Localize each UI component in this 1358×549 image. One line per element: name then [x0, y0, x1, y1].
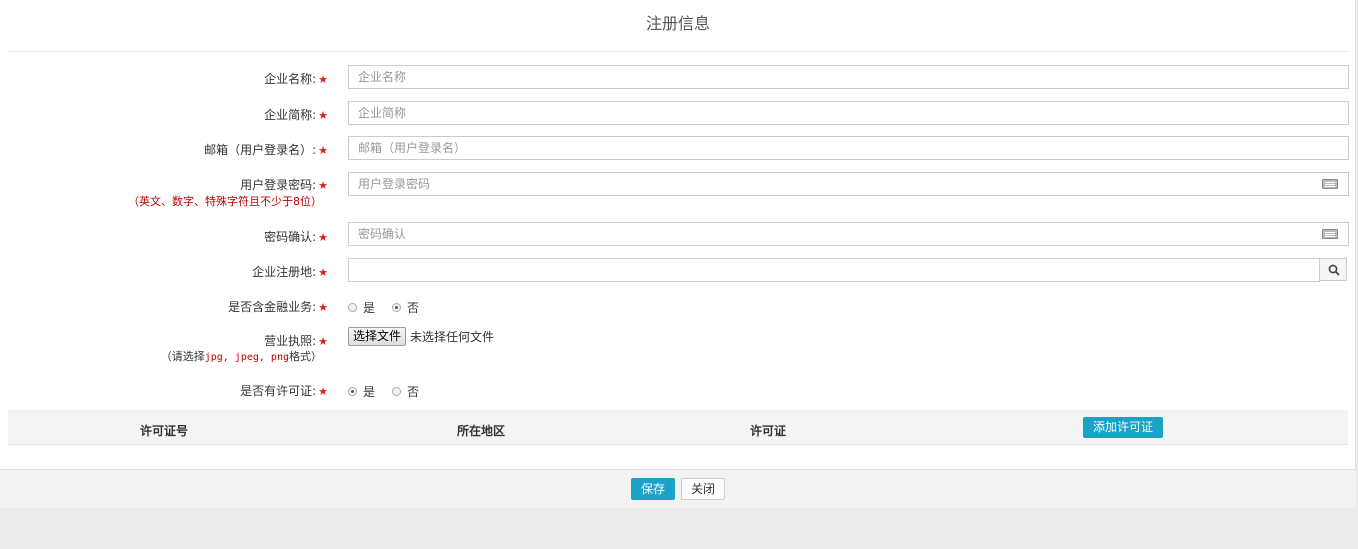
password-confirm-label: 密码确认: ★: [264, 230, 328, 244]
financial-yes-radio[interactable]: [348, 303, 357, 312]
required-star-icon: ★: [318, 179, 328, 192]
permit-no-radio[interactable]: [392, 387, 402, 396]
permit-no-label[interactable]: 否: [407, 383, 419, 400]
required-star-icon: ★: [318, 335, 328, 348]
company-name-input[interactable]: [348, 65, 1349, 89]
column-header-permit: 许可证: [750, 424, 787, 438]
title-divider: [8, 51, 1350, 52]
required-star-icon: ★: [318, 144, 328, 157]
required-star-icon: ★: [318, 266, 328, 279]
financial-no-label[interactable]: 否: [407, 299, 419, 316]
required-star-icon: ★: [318, 73, 328, 86]
dialog-footer: 保存 关闭: [0, 469, 1356, 508]
search-button[interactable]: [1319, 258, 1347, 281]
search-icon: [1328, 264, 1340, 276]
close-button[interactable]: 关闭: [681, 478, 725, 500]
dialog-title: 注册信息: [645, 14, 710, 33]
financial-radio-group: 是 否: [348, 299, 436, 316]
password-label: 用户登录密码: ★: [240, 178, 328, 192]
required-star-icon: ★: [318, 385, 328, 398]
company-short-label: 企业简称: ★: [264, 108, 328, 122]
permit-label: 是否有许可证: ★: [240, 384, 328, 398]
financial-yes-label[interactable]: 是: [363, 299, 375, 316]
password-confirm-input[interactable]: [348, 222, 1349, 246]
keyboard-icon[interactable]: [1322, 179, 1338, 189]
license-label: 营业执照: ★: [264, 334, 328, 348]
reg-place-label: 企业注册地: ★: [252, 265, 328, 279]
company-name-label: 企业名称: ★: [264, 72, 328, 86]
required-star-icon: ★: [318, 231, 328, 244]
license-hint: （请选择jpg, jpeg, png格式）: [160, 350, 322, 363]
email-input[interactable]: [348, 136, 1349, 160]
password-input[interactable]: [348, 172, 1349, 196]
keyboard-icon[interactable]: [1322, 229, 1338, 239]
choose-file-button[interactable]: 选择文件: [348, 327, 407, 346]
column-header-region: 所在地区: [457, 424, 506, 438]
financial-no-radio[interactable]: [392, 303, 402, 312]
save-button[interactable]: 保存: [631, 478, 675, 500]
permit-yes-label[interactable]: 是: [363, 383, 375, 400]
register-dialog: 注册信息 企业名称:★ 企业简称:★ 邮箱（用户登录名）:★ 用户登录密码:★ …: [0, 0, 1356, 508]
column-header-permit-no: 许可证号: [140, 424, 189, 438]
required-star-icon: ★: [318, 109, 328, 122]
required-star-icon: ★: [318, 301, 328, 314]
financial-label: 是否含金融业务: ★: [228, 300, 328, 314]
permit-radio-group: 是 否: [348, 383, 436, 400]
reg-place-input[interactable]: [348, 258, 1320, 282]
email-label: 邮箱（用户登录名）: ★: [204, 143, 328, 157]
add-permit-button[interactable]: 添加许可证: [1083, 417, 1163, 438]
company-short-input[interactable]: [348, 101, 1349, 125]
permit-yes-radio[interactable]: [348, 387, 357, 396]
file-status: 未选择任何文件: [410, 330, 495, 344]
password-hint: （英文、数字、特殊字符且不少于8位）: [128, 195, 322, 208]
